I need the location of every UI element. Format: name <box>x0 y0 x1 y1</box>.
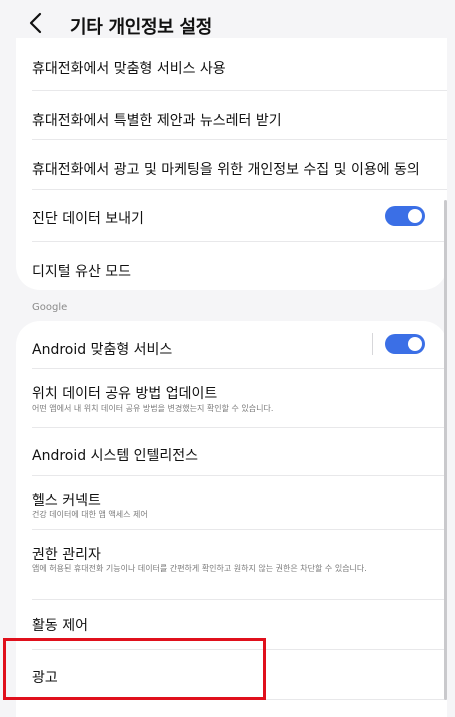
setting-digital-legacy-mode[interactable]: 디지털 유산 모드 <box>32 241 447 290</box>
chevron-left-icon <box>26 10 46 36</box>
toggle-knob <box>408 337 422 351</box>
setting-special-offers[interactable]: 휴대전화에서 특별한 제안과 뉴스레터 받기 <box>32 90 447 140</box>
setting-label: 휴대전화에서 맞춤형 서비스 사용 <box>32 61 226 77</box>
toggle-knob <box>408 209 422 223</box>
setting-ad-marketing-consent[interactable]: 휴대전화에서 광고 및 마케팅을 위한 개인정보 수집 및 이용에 동의 <box>32 139 447 190</box>
back-button[interactable] <box>26 10 46 36</box>
setting-personalized-services[interactable]: 휴대전화에서 맞춤형 서비스 사용 <box>32 38 447 91</box>
highlight-box <box>3 638 266 700</box>
setting-permission-manager[interactable]: 권한 관리자 앱에 허용된 휴대전화 기능이나 데이터를 간편하게 확인하고 원… <box>32 529 447 600</box>
android-personalization-toggle[interactable] <box>385 334 425 354</box>
page-title: 기타 개인정보 설정 <box>70 17 213 38</box>
setting-label: Android 시스템 인텔리전스 <box>32 448 199 464</box>
setting-send-diagnostic-data[interactable]: 진단 데이터 보내기 <box>32 189 447 242</box>
setting-label: 헬스 커넥트 <box>32 493 101 509</box>
setting-description: 앱에 허용된 휴대전화 기능이나 데이터를 간편하게 확인하고 원하지 않는 권… <box>32 564 367 573</box>
divider <box>372 333 373 355</box>
setting-location-sharing-update[interactable]: 위치 데이터 공유 방법 업데이트 어떤 앱에서 내 위치 데이터 공유 방법을… <box>32 368 447 428</box>
setting-label: Android 맞춤형 서비스 <box>32 342 173 358</box>
setting-description: 어떤 앱에서 내 위치 데이터 공유 방법을 변경했는지 확인할 수 있습니다. <box>32 404 274 413</box>
setting-health-connect[interactable]: 헬스 커넥트 건강 데이터에 대한 앱 액세스 제어 <box>32 475 447 530</box>
setting-android-system-intelligence[interactable]: Android 시스템 인텔리전스 <box>32 427 447 476</box>
setting-label: 디지털 유산 모드 <box>32 264 132 280</box>
setting-label: 권한 관리자 <box>32 547 101 563</box>
diagnostic-data-toggle[interactable] <box>385 206 425 226</box>
setting-label: 휴대전화에서 광고 및 마케팅을 위한 개인정보 수집 및 이용에 동의 <box>32 162 420 178</box>
scrollbar[interactable] <box>444 200 447 700</box>
setting-description: 건강 데이터에 대한 앱 액세스 제어 <box>32 510 148 519</box>
section-header-google: Google <box>32 302 68 313</box>
setting-label: 위치 데이터 공유 방법 업데이트 <box>32 386 218 402</box>
setting-android-personalization[interactable]: Android 맞춤형 서비스 <box>32 321 447 369</box>
setting-label: 진단 데이터 보내기 <box>32 211 144 227</box>
setting-label: 활동 제어 <box>32 618 88 634</box>
setting-label: 휴대전화에서 특별한 제안과 뉴스레터 받기 <box>32 113 282 129</box>
settings-card-general: 휴대전화에서 맞춤형 서비스 사용 휴대전화에서 특별한 제안과 뉴스레터 받기… <box>16 38 447 290</box>
